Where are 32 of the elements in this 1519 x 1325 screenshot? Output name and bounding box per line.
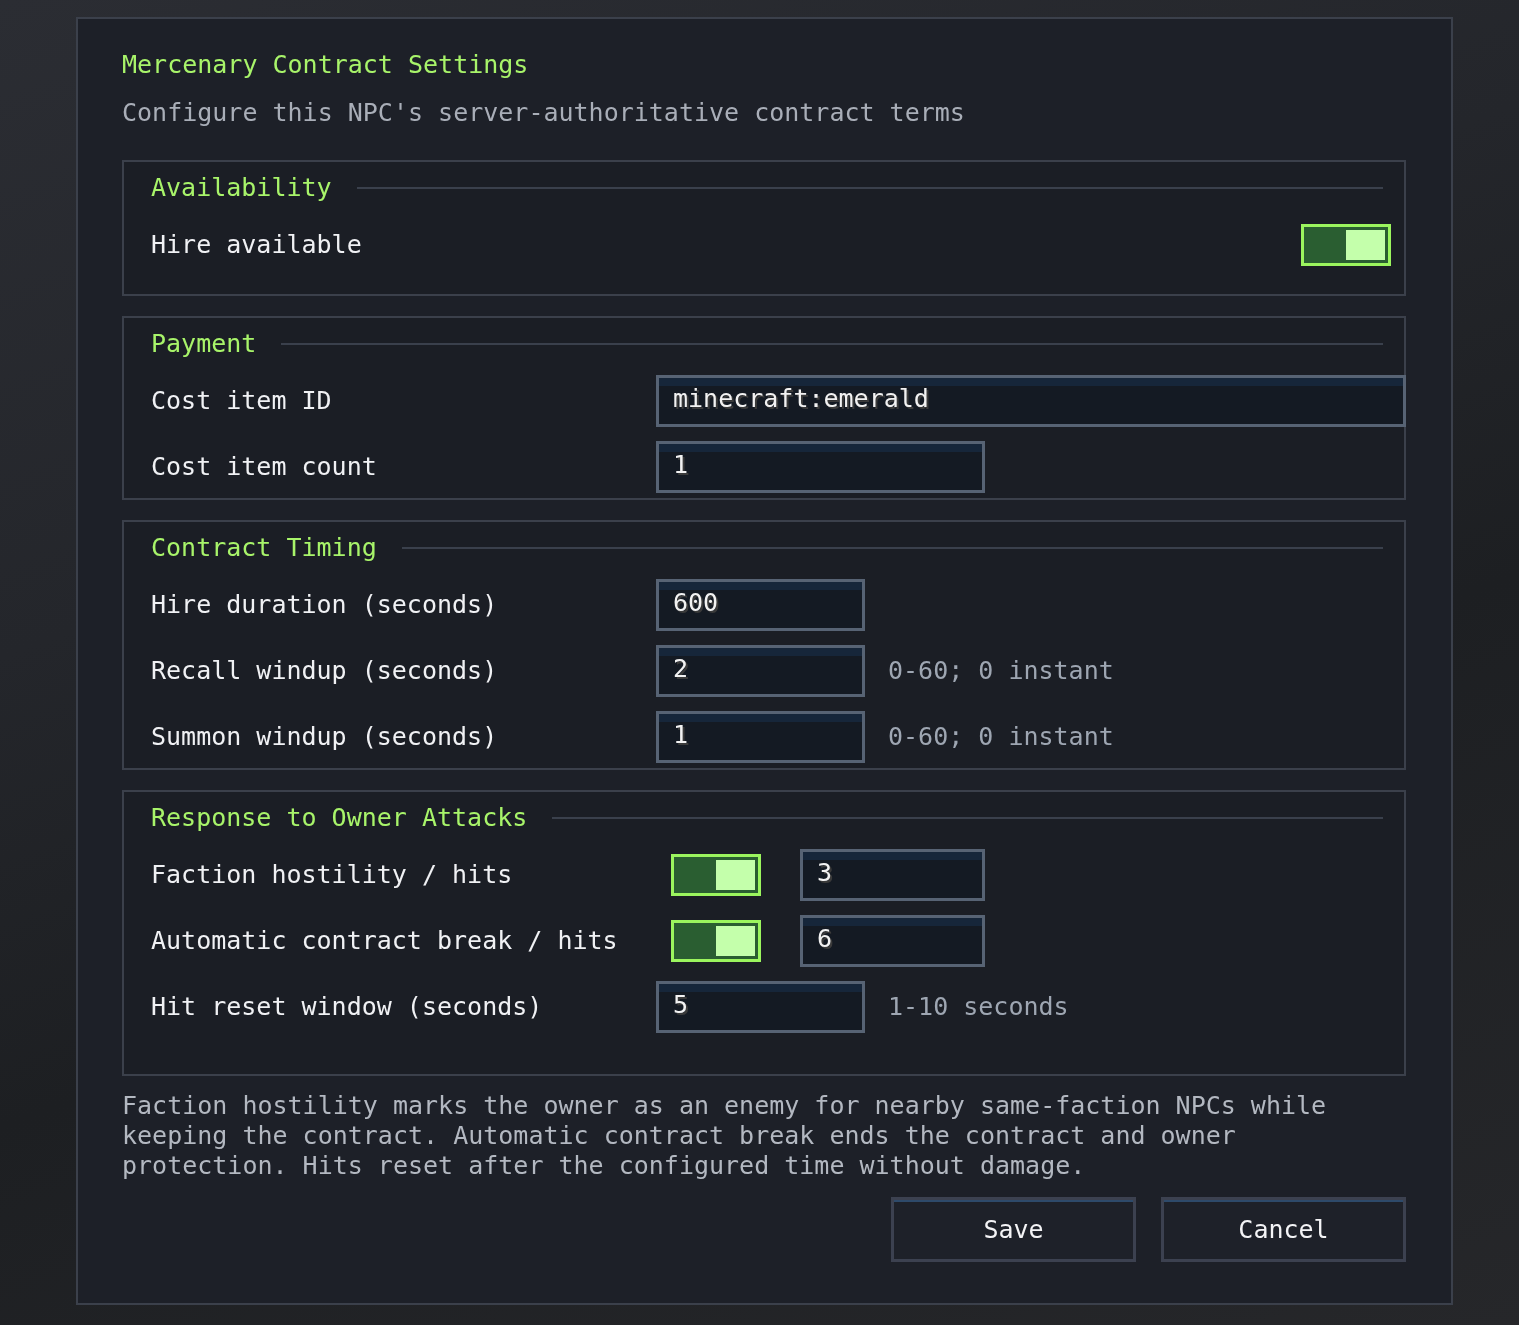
help-text: Faction hostility marks the owner as an enemy for nearby same-faction NPCs while keeping the contract. Automatic contract break ends the contract and owner protection. Hits reset after the configured time without damage. [122,1091,1328,1181]
input-field[interactable]: minecraft:emerald [656,375,1406,427]
field-hint: 0-60; 0 instant [888,656,1114,686]
input-field[interactable]: 5 [656,981,865,1033]
field-label: Hit reset window (seconds) [151,992,544,1022]
section-title: Payment [151,330,257,358]
field-hint: 0-60; 0 instant [888,722,1114,752]
cancel-button[interactable]: Cancel [1161,1197,1406,1262]
input-field[interactable]: 6 [800,915,985,967]
field-label: Hire duration (seconds) [151,590,499,620]
input-field[interactable]: 1 [656,441,985,493]
toggle-switch[interactable] [671,854,761,896]
input-field[interactable]: 3 [800,849,985,901]
field-hint: 1-10 seconds [888,992,1069,1022]
section-title: Response to Owner Attacks [151,804,528,832]
field-label: Automatic contract break / hits [151,926,619,956]
toggle-switch[interactable] [1301,224,1391,266]
field-label: Cost item count [151,452,378,482]
field-label: Recall windup (seconds) [151,656,499,686]
field-label: Faction hostility / hits [151,860,514,890]
field-label: Hire available [151,230,362,260]
toggle-switch[interactable] [671,920,761,962]
dialog-title: Mercenary Contract Settings [122,50,529,80]
dialog-subtitle: Configure this NPC's server-authoritative contract terms [122,98,965,128]
input-field[interactable]: 1 [656,711,865,763]
field-label: Summon windup (seconds) [151,722,499,752]
section-title: Contract Timing [151,534,377,562]
input-field[interactable]: 600 [656,579,865,631]
save-button[interactable]: Save [891,1197,1136,1262]
field-label: Cost item ID [151,386,333,416]
input-field[interactable]: 2 [656,645,865,697]
section-title: Availability [151,174,332,202]
